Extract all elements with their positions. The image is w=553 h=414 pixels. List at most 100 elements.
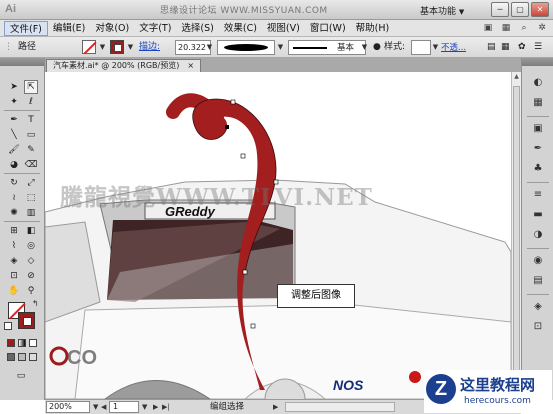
close-tab-icon[interactable]: ×	[187, 61, 194, 70]
column-graph-icon[interactable]: ▥	[24, 206, 38, 220]
scroll-thumb[interactable]	[513, 86, 520, 386]
brush-dropdown-icon[interactable]: ▼	[276, 41, 285, 54]
star-icon[interactable]: ✲	[535, 22, 549, 35]
menu-type[interactable]: 文字(T)	[134, 21, 176, 36]
rectangle-icon[interactable]: ▭	[24, 128, 38, 142]
artboard-number-field[interactable]: 1	[109, 401, 139, 413]
zoom-field[interactable]: 200%	[46, 401, 90, 413]
artboard-icon[interactable]: ⊡	[7, 269, 21, 283]
artboard-dropdown-icon[interactable]: ▼	[142, 401, 147, 413]
menu-file[interactable]: 文件(F)	[4, 20, 48, 36]
dock-header[interactable]	[522, 58, 553, 66]
line-icon[interactable]: ╲	[7, 128, 21, 142]
stroke-dropdown-icon[interactable]: ▼	[126, 41, 135, 54]
free-transform-icon[interactable]: ⬚	[24, 191, 38, 205]
warp-icon[interactable]: ≀	[7, 191, 21, 205]
eyedropper-icon[interactable]: ⌇	[7, 239, 21, 253]
default-colors-icon[interactable]	[4, 322, 12, 330]
swatches-icon[interactable]: ▣	[531, 122, 545, 136]
stroke-color-box[interactable]	[18, 312, 35, 329]
color-panel-icon[interactable]: ◐	[531, 76, 545, 90]
live-paint-select-icon[interactable]: ◇	[24, 254, 38, 268]
minimize-button[interactable]: ─	[491, 2, 509, 17]
direct-selection-tool-icon[interactable]: ⇱	[24, 80, 38, 94]
stroke-panel-icon[interactable]: ≡	[531, 188, 545, 202]
menu-object[interactable]: 对象(O)	[90, 21, 134, 36]
document-tab[interactable]: 汽车素材.ai* @ 200% (RGB/预览) ×	[46, 59, 202, 72]
fill-dropdown-icon[interactable]: ▼	[98, 41, 107, 54]
profile-dropdown-icon[interactable]: ▼	[360, 41, 369, 54]
draw-behind-icon[interactable]	[18, 353, 26, 361]
menu-help[interactable]: 帮助(H)	[351, 21, 395, 36]
draw-normal-icon[interactable]	[7, 353, 15, 361]
symbols-icon[interactable]: ♣	[531, 162, 545, 176]
close-button[interactable]: ✕	[531, 2, 549, 17]
artboards-icon[interactable]: ⊡	[531, 320, 545, 334]
scroll-up-icon[interactable]: ▲	[512, 73, 521, 83]
graphic-styles-icon[interactable]: ▤	[531, 274, 545, 288]
transform-icon[interactable]: ▦	[501, 40, 510, 55]
blend-icon[interactable]: ◎	[24, 239, 38, 253]
layers-icon[interactable]: ◈	[531, 300, 545, 314]
workspace-switcher[interactable]: 基本功能 ▼	[420, 4, 464, 17]
selection-tool-icon[interactable]: ➤	[7, 80, 21, 94]
symbol-sprayer-icon[interactable]: ✺	[7, 206, 21, 220]
gradient-icon[interactable]: ◧	[24, 224, 38, 238]
first-artboard-icon[interactable]: ◀	[101, 401, 106, 413]
screen-mode-icon[interactable]: ▭	[14, 369, 28, 383]
transparency-icon[interactable]: ◑	[531, 228, 545, 242]
gradient-panel-icon[interactable]: ▬	[531, 208, 545, 222]
hand-icon[interactable]: ✋	[7, 284, 21, 298]
color-guide-icon[interactable]: ▦	[531, 96, 545, 110]
appearance-icon[interactable]: ◉	[531, 254, 545, 268]
menu-select[interactable]: 选择(S)	[176, 21, 218, 36]
rotate-icon[interactable]: ↻	[7, 176, 21, 190]
status-menu-icon[interactable]: ▶	[273, 401, 278, 413]
canvas[interactable]: GReddy CO NOS	[45, 72, 511, 399]
vertical-scrollbar[interactable]: ▲ ▼	[511, 72, 521, 399]
none-mode-icon[interactable]	[29, 339, 37, 347]
color-mode-icon[interactable]	[7, 339, 15, 347]
draw-inside-icon[interactable]	[29, 353, 37, 361]
zoom-dropdown-icon[interactable]: ▼	[93, 401, 98, 413]
brush-definition-preview[interactable]	[217, 40, 275, 55]
brushes-icon[interactable]: ✒	[531, 142, 545, 156]
opacity-link[interactable]: 不透...	[441, 41, 466, 53]
stroke-weight-dropdown-icon[interactable]: ▼	[205, 41, 214, 54]
menu-view[interactable]: 视图(V)	[262, 21, 305, 36]
paintbrush-icon[interactable]: 🖌	[7, 143, 21, 157]
arrange-icon[interactable]: ▦	[499, 22, 513, 35]
scale-icon[interactable]: ⤢	[24, 176, 38, 190]
mesh-icon[interactable]: ⊞	[7, 224, 21, 238]
stroke-label-link[interactable]: 描边:	[139, 40, 160, 55]
menu-edit[interactable]: 编辑(E)	[48, 21, 90, 36]
live-paint-icon[interactable]: ◈	[7, 254, 21, 268]
magic-wand-icon[interactable]: ✦	[7, 95, 21, 109]
swap-colors-icon[interactable]: ↰	[32, 299, 39, 308]
last-artboard-icon[interactable]: ▶|	[162, 401, 170, 413]
search-icon[interactable]: ⌕	[517, 22, 531, 35]
type-icon[interactable]: T	[24, 113, 38, 127]
panel-menu-icon[interactable]: ☰	[534, 40, 542, 55]
slice-icon[interactable]: ⊘	[24, 269, 38, 283]
next-artboard-icon[interactable]: ▶	[153, 401, 158, 413]
zoom-icon[interactable]: ⚲	[24, 284, 38, 298]
recolor-icon[interactable]: ✿	[518, 40, 526, 55]
fill-swatch[interactable]	[82, 40, 96, 54]
bridge-icon[interactable]: ▣	[481, 22, 495, 35]
eraser-icon[interactable]: ⌫	[24, 158, 38, 172]
tools-panel-header[interactable]	[0, 58, 44, 66]
stroke-swatch[interactable]	[110, 40, 124, 54]
gradient-mode-icon[interactable]	[18, 339, 26, 347]
menu-window[interactable]: 窗口(W)	[305, 21, 351, 36]
blob-brush-icon[interactable]: ◕	[7, 158, 21, 172]
style-dropdown-icon[interactable]: ▼	[431, 41, 440, 54]
horizontal-scrollbar[interactable]	[285, 402, 395, 412]
maximize-button[interactable]: ▢	[511, 2, 529, 17]
graphic-style-swatch[interactable]	[411, 40, 431, 55]
pen-icon[interactable]: ✒	[7, 113, 21, 127]
lasso-icon[interactable]: ℓ	[24, 95, 38, 109]
pencil-icon[interactable]: ✎	[24, 143, 38, 157]
align-icon[interactable]: ▤	[487, 40, 496, 55]
menu-effect[interactable]: 效果(C)	[219, 21, 262, 36]
